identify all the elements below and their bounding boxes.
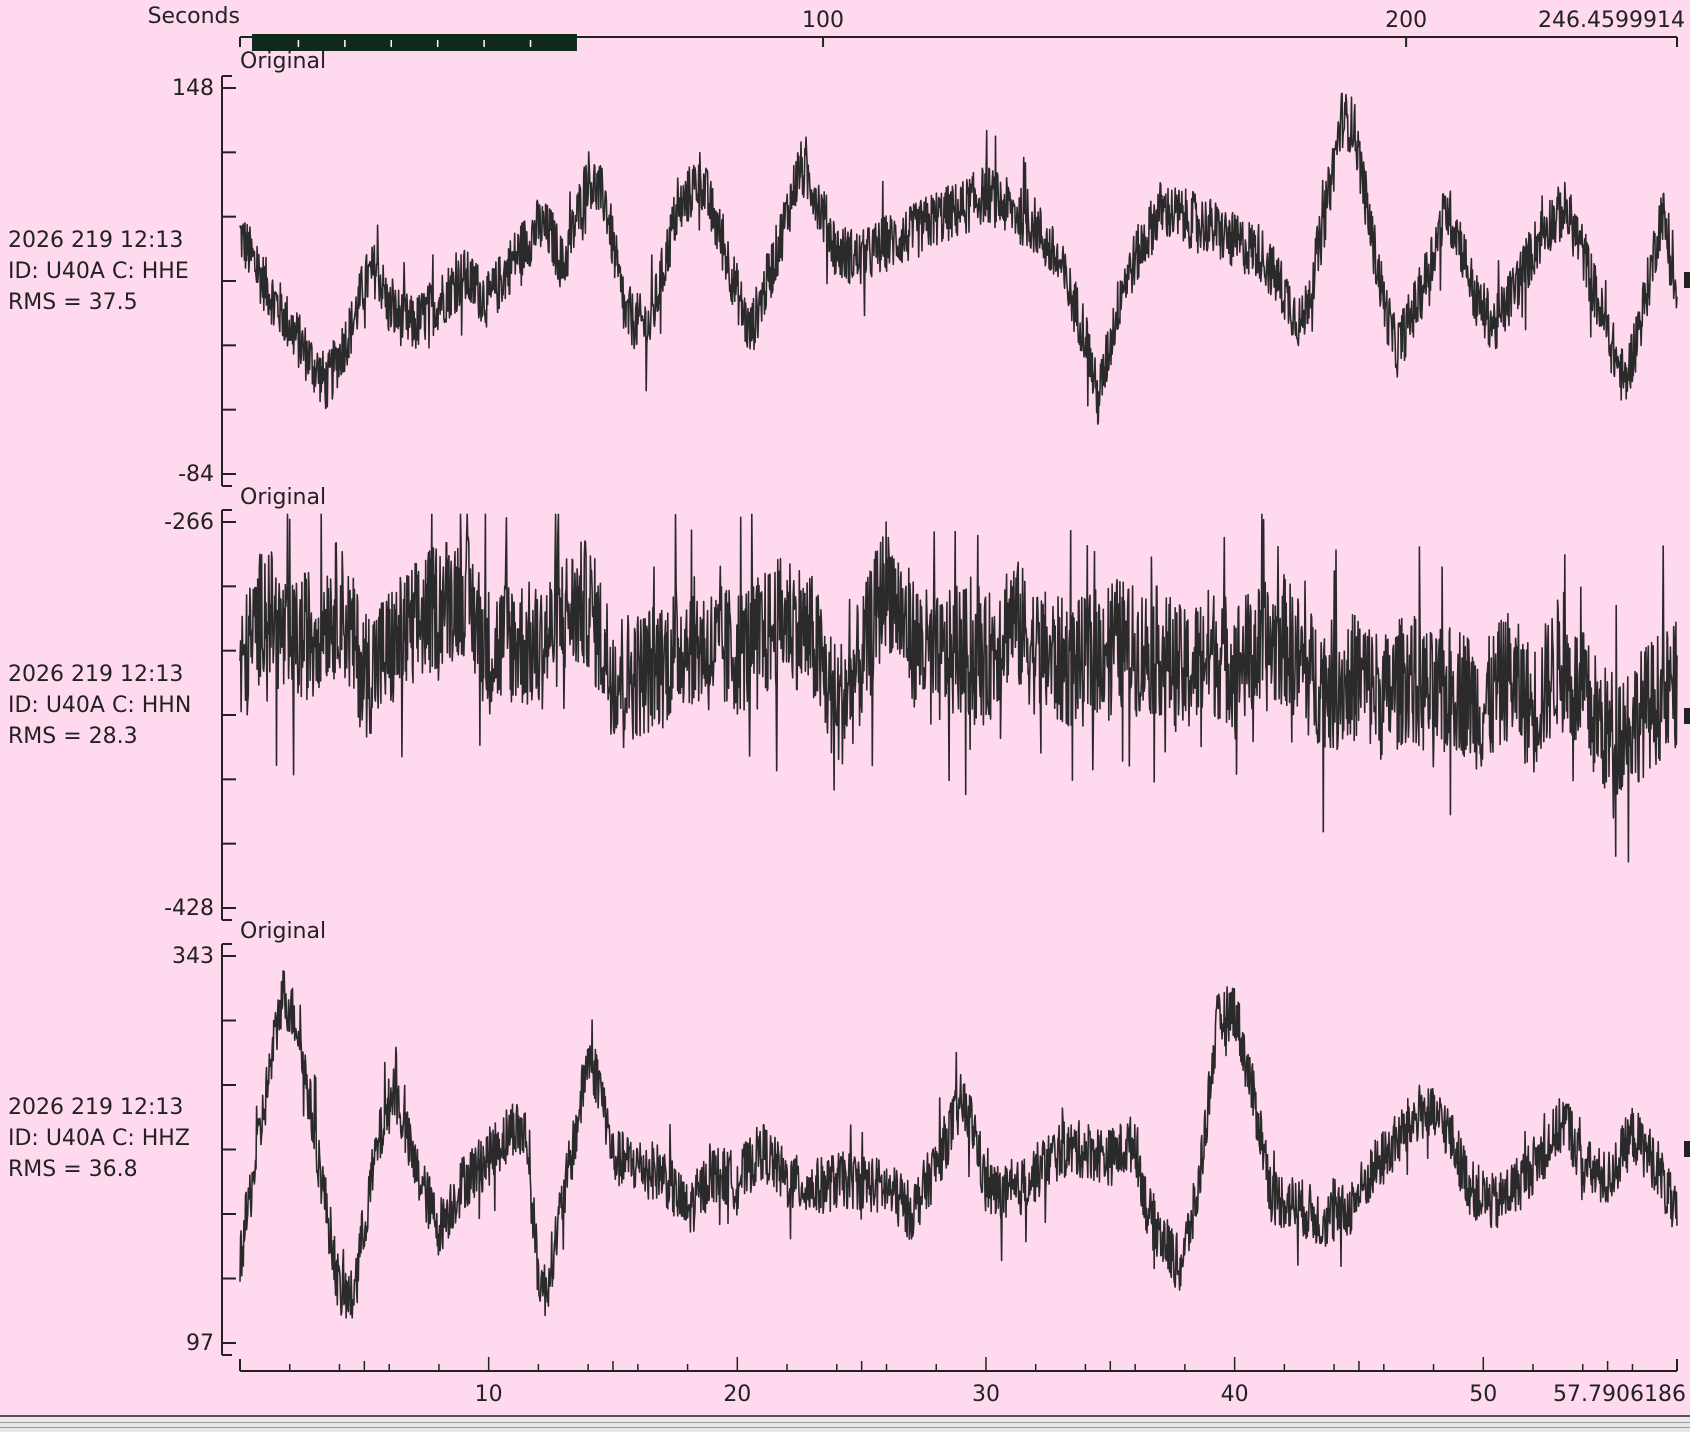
horizontal-scrollbar[interactable] [0,1415,1690,1432]
y-axis-max-label: -266 [164,510,214,535]
channel-tag: Original [240,485,326,510]
y-axis-max-label: 343 [172,944,214,969]
channel-scroll-marker [1684,272,1690,288]
overview-tick-label: 200 [1385,8,1427,33]
channel-panels: Original 2026 219 12:13 ID: U40A C: HHE RMS… [8,49,1690,1356]
channel-scroll-marker [1684,1141,1690,1157]
waveform-trace [239,92,1678,425]
y-axis-min-label: -84 [178,462,214,487]
channel-tag: Original [240,919,326,944]
overview-time-axis: Seconds 100 200 246.4599914 [148,4,1685,51]
channel-rms: RMS = 37.5 [8,290,138,315]
scrollbar-track[interactable] [0,1422,1690,1428]
bottom-tick-label: 20 [723,1382,751,1407]
channel-time: 2026 219 12:13 [8,1095,183,1120]
seismogram-chart: Seconds 100 200 246.4599914 Original 2026 21… [8,4,1690,1407]
y-axis-min-label: 97 [186,1331,214,1356]
channel-id: ID: U40A C: HHZ [8,1126,190,1151]
seismogram-viewer: Seconds 100 200 246.4599914 Original 2026 21… [0,0,1690,1432]
channel-time: 2026 219 12:13 [8,228,183,253]
channel-rms: RMS = 36.8 [8,1157,138,1182]
bottom-time-axis: 10 20 30 40 50 57.7906186 [239,1357,1686,1407]
channel-panel[interactable]: Original 2026 219 12:13 ID: U40A C: HHE RMS… [8,49,1690,487]
channel-scroll-marker [1684,708,1690,724]
bottom-max-label: 57.7906186 [1553,1382,1686,1407]
channel-id: ID: U40A C: HHN [8,693,191,718]
waveform-trace [239,970,1678,1319]
overview-max-label: 246.4599914 [1538,8,1685,33]
channel-panel[interactable]: Original 2026 219 12:13 ID: U40A C: HHZ RMS… [8,919,1690,1356]
channel-id: ID: U40A C: HHE [8,259,189,284]
y-axis-min-label: -428 [164,896,214,921]
channel-time: 2026 219 12:13 [8,662,183,687]
channel-panel[interactable]: Original 2026 219 12:13 ID: U40A C: HHN RMS… [8,485,1690,921]
channel-rms: RMS = 28.3 [8,724,138,749]
waveform-trace [239,513,1678,863]
bottom-tick-label: 40 [1221,1382,1249,1407]
overview-tick-label: 100 [802,8,844,33]
channel-tag: Original [240,49,326,74]
bottom-tick-label: 10 [475,1382,503,1407]
overview-axis-label: Seconds [148,4,240,29]
y-axis-max-label: 148 [172,76,214,101]
bottom-tick-label: 30 [972,1382,1000,1407]
bottom-tick-label: 50 [1469,1382,1497,1407]
